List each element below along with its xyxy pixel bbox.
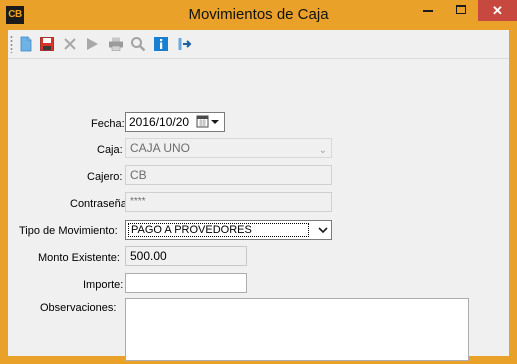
save-icon [40, 37, 54, 51]
search-button[interactable] [128, 35, 148, 54]
minimize-icon [423, 10, 433, 12]
calendar-icon [196, 115, 219, 128]
fecha-label: Fecha: [91, 118, 125, 130]
cajero-field[interactable]: CB [125, 165, 332, 185]
contrasena-value: **** [130, 196, 146, 207]
toolbar [8, 30, 509, 59]
monto-existente-field[interactable]: 500.00 [125, 246, 247, 266]
tipo-movimiento-value: PAGO A PROVEDORES [128, 223, 309, 237]
delete-icon [64, 38, 76, 50]
print-icon [109, 37, 123, 51]
caja-label: Caja: [97, 144, 123, 156]
observaciones-label: Observaciones: [40, 302, 117, 314]
exit-button[interactable] [175, 35, 195, 54]
fecha-value: 2016/10/20 [129, 115, 190, 129]
print-button[interactable] [106, 35, 126, 54]
tipo-movimiento-label: Tipo de Movimiento: [19, 225, 118, 237]
application-window: CB Movimientos de Caja ✕ Fecha: 2016/10/… [0, 0, 517, 364]
new-button[interactable] [16, 35, 36, 54]
info-button[interactable] [151, 35, 171, 54]
calendar-dropdown-button[interactable] [196, 115, 222, 129]
maximize-button[interactable] [445, 0, 478, 21]
close-icon: ✕ [492, 3, 503, 18]
title-bar[interactable]: CB Movimientos de Caja ✕ [0, 0, 517, 30]
tipo-movimiento-select[interactable]: PAGO A PROVEDORES [125, 220, 332, 240]
new-document-icon [20, 36, 32, 52]
importe-input[interactable] [125, 273, 247, 293]
caja-value: CAJA UNO [130, 141, 191, 155]
form-area: Fecha: 2016/10/20 Caja: CAJA UNO ⌄ Cajer… [8, 59, 509, 361]
contrasena-field[interactable]: **** [125, 192, 332, 212]
contrasena-label: Contraseña: [70, 198, 130, 210]
exit-icon [178, 38, 192, 50]
cajero-label: Cajero: [87, 171, 123, 183]
toolbar-grip[interactable] [10, 35, 13, 53]
chevron-down-icon[interactable] [314, 221, 331, 239]
maximize-icon [456, 5, 466, 14]
delete-button[interactable] [60, 35, 80, 54]
dropdown-arrow-icon [317, 227, 328, 234]
observaciones-textarea[interactable] [125, 298, 469, 361]
save-button[interactable] [37, 35, 57, 54]
play-icon [87, 38, 98, 50]
caja-select[interactable]: CAJA UNO ⌄ [125, 138, 332, 158]
fecha-date-picker[interactable]: 2016/10/20 [125, 112, 225, 132]
search-icon [131, 37, 146, 52]
monto-existente-value: 500.00 [130, 249, 167, 263]
close-button[interactable]: ✕ [478, 0, 517, 21]
cajero-value: CB [130, 168, 147, 182]
play-button[interactable] [82, 35, 102, 54]
chevron-down-icon: ⌄ [318, 145, 327, 156]
window-client-area: Fecha: 2016/10/20 Caja: CAJA UNO ⌄ Cajer… [8, 30, 509, 361]
importe-label: Importe: [83, 279, 124, 291]
minimize-button[interactable] [411, 0, 445, 21]
monto-existente-label: Monto Existente: [38, 252, 120, 264]
info-icon [154, 37, 168, 51]
